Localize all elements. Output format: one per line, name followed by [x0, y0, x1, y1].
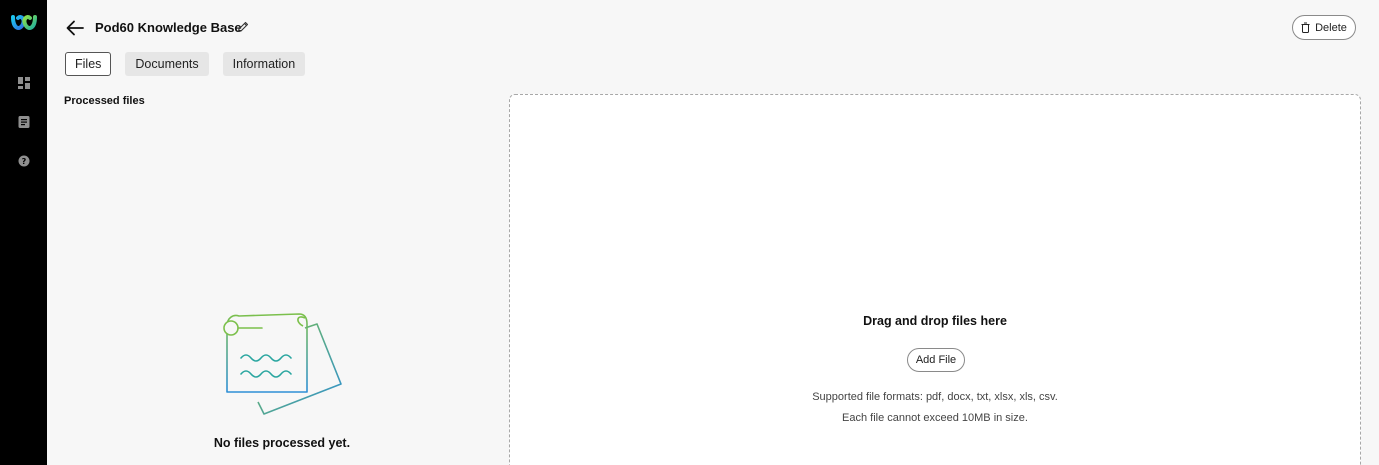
delete-button[interactable]: Delete [1292, 15, 1356, 40]
tab-bar: Files Documents Information [65, 52, 319, 76]
supported-formats-note: Supported file formats: pdf, docx, txt, … [812, 391, 1058, 403]
page-title: Pod60 Knowledge Base [95, 20, 242, 35]
webex-logo[interactable] [10, 12, 38, 34]
file-size-note: Each file cannot exceed 10MB in size. [842, 412, 1028, 424]
add-file-button[interactable]: Add File [907, 348, 965, 372]
empty-state-text: No files processed yet. [213, 436, 351, 450]
svg-text:?: ? [22, 157, 27, 166]
tab-information[interactable]: Information [222, 52, 306, 76]
pencil-icon[interactable] [236, 20, 250, 34]
sidebar: ? [0, 0, 47, 465]
tab-documents[interactable]: Documents [125, 52, 209, 76]
back-arrow-icon[interactable] [64, 17, 86, 39]
file-dropzone[interactable]: Drag and drop files here Add File Suppor… [509, 94, 1361, 465]
dashboard-icon[interactable] [17, 76, 31, 90]
tab-files[interactable]: Files [65, 52, 112, 76]
main-content: Pod60 Knowledge Base Delete Files Docume… [47, 0, 1379, 465]
delete-label: Delete [1315, 21, 1347, 34]
document-icon[interactable] [17, 115, 31, 129]
trash-icon [1301, 22, 1310, 33]
processed-files-heading: Processed files [64, 95, 145, 107]
empty-notes-illustration [223, 313, 342, 415]
dropzone-title: Drag and drop files here [863, 314, 1007, 328]
help-icon[interactable]: ? [17, 154, 31, 168]
